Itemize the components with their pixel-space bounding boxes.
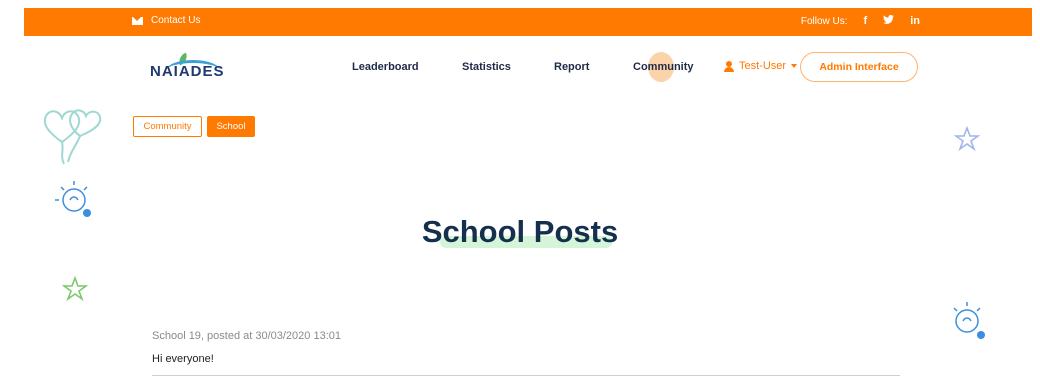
admin-interface-button[interactable]: Admin Interface [800, 52, 918, 82]
tab-community[interactable]: Community [133, 116, 202, 137]
post-divider [152, 375, 900, 376]
facebook-icon[interactable]: f [864, 15, 868, 27]
tab-school[interactable]: School [207, 116, 255, 137]
contact-us-link[interactable]: Contact Us [132, 15, 200, 26]
post-meta: School 19, posted at 30/03/2020 13:01 [152, 330, 341, 342]
logo-text: NAIADES [150, 63, 225, 80]
chevron-down-icon [791, 64, 798, 68]
user-name: Test-User [739, 60, 787, 72]
nav-statistics[interactable]: Statistics [462, 61, 511, 73]
top-bar: Contact Us Follow Us: f in [24, 8, 1032, 36]
nav-community[interactable]: Community [633, 61, 694, 73]
star-outline-icon [954, 126, 980, 152]
contact-us-label: Contact Us [151, 15, 201, 26]
lightbulb-icon [55, 181, 91, 217]
follow-us-label: Follow Us: [800, 15, 848, 27]
page-title: School Posts [421, 214, 619, 249]
post-body: Hi everyone! [152, 353, 214, 365]
nav-report[interactable]: Report [554, 61, 589, 73]
star-icon [62, 276, 88, 302]
linkedin-icon[interactable]: in [910, 15, 920, 27]
follow-us: Follow Us: f in [800, 14, 920, 27]
title-wrap: School Posts [0, 214, 1040, 250]
user-menu[interactable]: Test-User [724, 60, 798, 72]
twitter-icon[interactable] [883, 14, 895, 27]
balloons-icon [43, 109, 102, 165]
nav-leaderboard[interactable]: Leaderboard [352, 61, 419, 73]
lightbulb-icon-right [953, 302, 985, 339]
envelope-icon [132, 16, 143, 25]
naiades-logo[interactable]: NAIADES [150, 52, 234, 84]
user-icon [724, 60, 734, 72]
